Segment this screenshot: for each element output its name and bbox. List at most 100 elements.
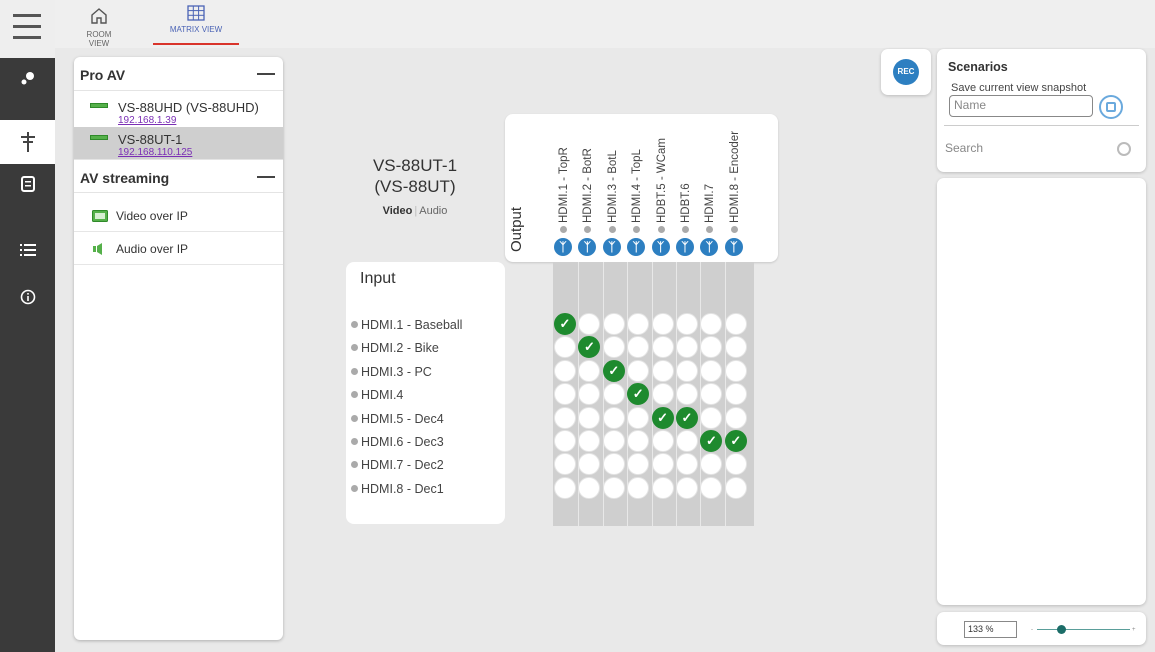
route-cell[interactable] bbox=[724, 406, 747, 429]
route-cell[interactable] bbox=[602, 383, 625, 406]
route-cell[interactable] bbox=[578, 313, 601, 335]
route-cell[interactable] bbox=[724, 476, 747, 499]
zoom-slider-track[interactable] bbox=[1037, 629, 1130, 630]
output-person-icon[interactable]: ᛉ bbox=[676, 238, 694, 256]
route-cell[interactable] bbox=[554, 383, 576, 406]
route-cell[interactable] bbox=[676, 313, 698, 335]
route-cell-active[interactable]: ✓ bbox=[651, 406, 674, 429]
route-cell[interactable] bbox=[700, 476, 723, 499]
tab-video[interactable]: Video bbox=[383, 205, 413, 217]
device-row-vs88uhd[interactable]: VS-88UHD (VS-88UHD) 192.168.1.39 bbox=[74, 95, 283, 127]
route-cell[interactable] bbox=[578, 406, 601, 429]
route-cell[interactable] bbox=[602, 336, 625, 359]
route-cell[interactable] bbox=[554, 359, 576, 382]
stream-row-audio[interactable]: Audio over IP bbox=[74, 232, 283, 265]
route-cell[interactable] bbox=[651, 313, 674, 335]
scenario-name-input[interactable]: Name bbox=[949, 95, 1093, 117]
record-button[interactable]: REC bbox=[881, 49, 931, 95]
routing-matrix: ✓ ✓ ✓ ✓ ✓ ✓ ✓ ✓ bbox=[553, 262, 754, 526]
signpost-icon[interactable] bbox=[0, 120, 55, 164]
route-cell[interactable] bbox=[676, 453, 698, 476]
settings-icon[interactable] bbox=[0, 58, 55, 98]
route-cell[interactable] bbox=[676, 430, 698, 452]
route-cell[interactable] bbox=[676, 359, 698, 382]
zoom-value[interactable]: 133 % bbox=[964, 621, 1017, 638]
route-cell-active[interactable]: ✓ bbox=[700, 430, 723, 452]
output-person-icon[interactable]: ᛉ bbox=[724, 238, 743, 256]
route-cell[interactable] bbox=[676, 476, 698, 499]
zoom-in-icon[interactable]: + bbox=[1132, 627, 1136, 633]
route-cell[interactable] bbox=[724, 453, 747, 476]
scenario-search-input[interactable]: Search bbox=[945, 141, 983, 155]
route-cell[interactable] bbox=[554, 430, 576, 452]
route-cell[interactable] bbox=[627, 453, 650, 476]
output-person-icon[interactable]: ᛉ bbox=[651, 238, 670, 256]
route-cell[interactable] bbox=[578, 453, 601, 476]
route-cell[interactable] bbox=[554, 406, 576, 429]
route-cell[interactable] bbox=[724, 359, 747, 382]
route-cell-active[interactable]: ✓ bbox=[602, 359, 625, 382]
route-cell[interactable] bbox=[578, 476, 601, 499]
route-cell[interactable] bbox=[627, 406, 650, 429]
collapse-icon[interactable] bbox=[257, 73, 275, 75]
route-cell[interactable] bbox=[554, 476, 576, 499]
route-cell[interactable] bbox=[724, 383, 747, 406]
route-cell[interactable] bbox=[602, 453, 625, 476]
zoom-out-icon[interactable]: - bbox=[1031, 627, 1033, 633]
route-cell[interactable] bbox=[627, 359, 650, 382]
device-ip-link[interactable]: 192.168.110.125 bbox=[118, 147, 283, 158]
route-cell[interactable] bbox=[627, 336, 650, 359]
tab-matrix-view[interactable]: MATRIX VIEW bbox=[153, 0, 239, 48]
av-streaming-header[interactable]: AV streaming bbox=[74, 159, 283, 193]
device-row-vs88ut[interactable]: VS-88UT-1 192.168.110.125 bbox=[74, 127, 283, 159]
route-cell[interactable] bbox=[700, 383, 723, 406]
info-icon[interactable] bbox=[0, 277, 55, 317]
pro-av-header[interactable]: Pro AV bbox=[74, 57, 283, 91]
route-cell[interactable] bbox=[554, 336, 576, 359]
route-cell[interactable] bbox=[578, 383, 601, 406]
route-cell[interactable] bbox=[700, 453, 723, 476]
output-person-icon[interactable]: ᛉ bbox=[602, 238, 621, 256]
route-cell[interactable] bbox=[724, 336, 747, 359]
route-cell[interactable] bbox=[700, 313, 723, 335]
route-cell[interactable] bbox=[578, 430, 601, 452]
route-cell[interactable] bbox=[627, 430, 650, 452]
route-cell[interactable] bbox=[627, 476, 650, 499]
route-cell[interactable] bbox=[700, 336, 723, 359]
route-cell[interactable] bbox=[602, 430, 625, 452]
collapse-icon[interactable] bbox=[257, 176, 275, 178]
hamburger-menu-icon[interactable] bbox=[0, 0, 55, 58]
route-cell-active[interactable]: ✓ bbox=[554, 313, 576, 335]
route-cell[interactable] bbox=[651, 453, 674, 476]
document-icon[interactable] bbox=[0, 164, 55, 204]
route-cell[interactable] bbox=[554, 453, 576, 476]
route-cell[interactable] bbox=[700, 406, 723, 429]
route-cell[interactable] bbox=[627, 313, 650, 335]
route-cell[interactable] bbox=[651, 359, 674, 382]
save-icon[interactable] bbox=[1099, 95, 1123, 119]
route-cell[interactable] bbox=[651, 336, 674, 359]
route-cell[interactable] bbox=[700, 359, 723, 382]
route-cell-active[interactable]: ✓ bbox=[724, 430, 747, 452]
output-person-icon[interactable]: ᛉ bbox=[554, 238, 572, 256]
route-cell-active[interactable]: ✓ bbox=[627, 383, 650, 406]
tab-room-view[interactable]: ROOM VIEW bbox=[76, 0, 122, 48]
route-cell[interactable] bbox=[651, 476, 674, 499]
route-cell[interactable] bbox=[602, 313, 625, 335]
list-icon[interactable] bbox=[0, 230, 55, 270]
route-cell[interactable] bbox=[651, 430, 674, 452]
route-cell[interactable] bbox=[676, 336, 698, 359]
route-cell-active[interactable]: ✓ bbox=[578, 336, 601, 359]
route-cell[interactable] bbox=[651, 383, 674, 406]
stream-row-video[interactable]: Video over IP bbox=[74, 199, 283, 232]
route-cell-active[interactable]: ✓ bbox=[676, 406, 698, 429]
zoom-slider-handle[interactable] bbox=[1057, 625, 1066, 634]
route-cell[interactable] bbox=[676, 383, 698, 406]
tab-audio[interactable]: Audio bbox=[419, 205, 447, 217]
route-cell[interactable] bbox=[724, 313, 747, 335]
clear-search-icon[interactable] bbox=[1117, 142, 1131, 156]
device-ip-link[interactable]: 192.168.1.39 bbox=[118, 115, 283, 126]
route-cell[interactable] bbox=[602, 406, 625, 429]
route-cell[interactable] bbox=[578, 359, 601, 382]
route-cell[interactable] bbox=[602, 476, 625, 499]
